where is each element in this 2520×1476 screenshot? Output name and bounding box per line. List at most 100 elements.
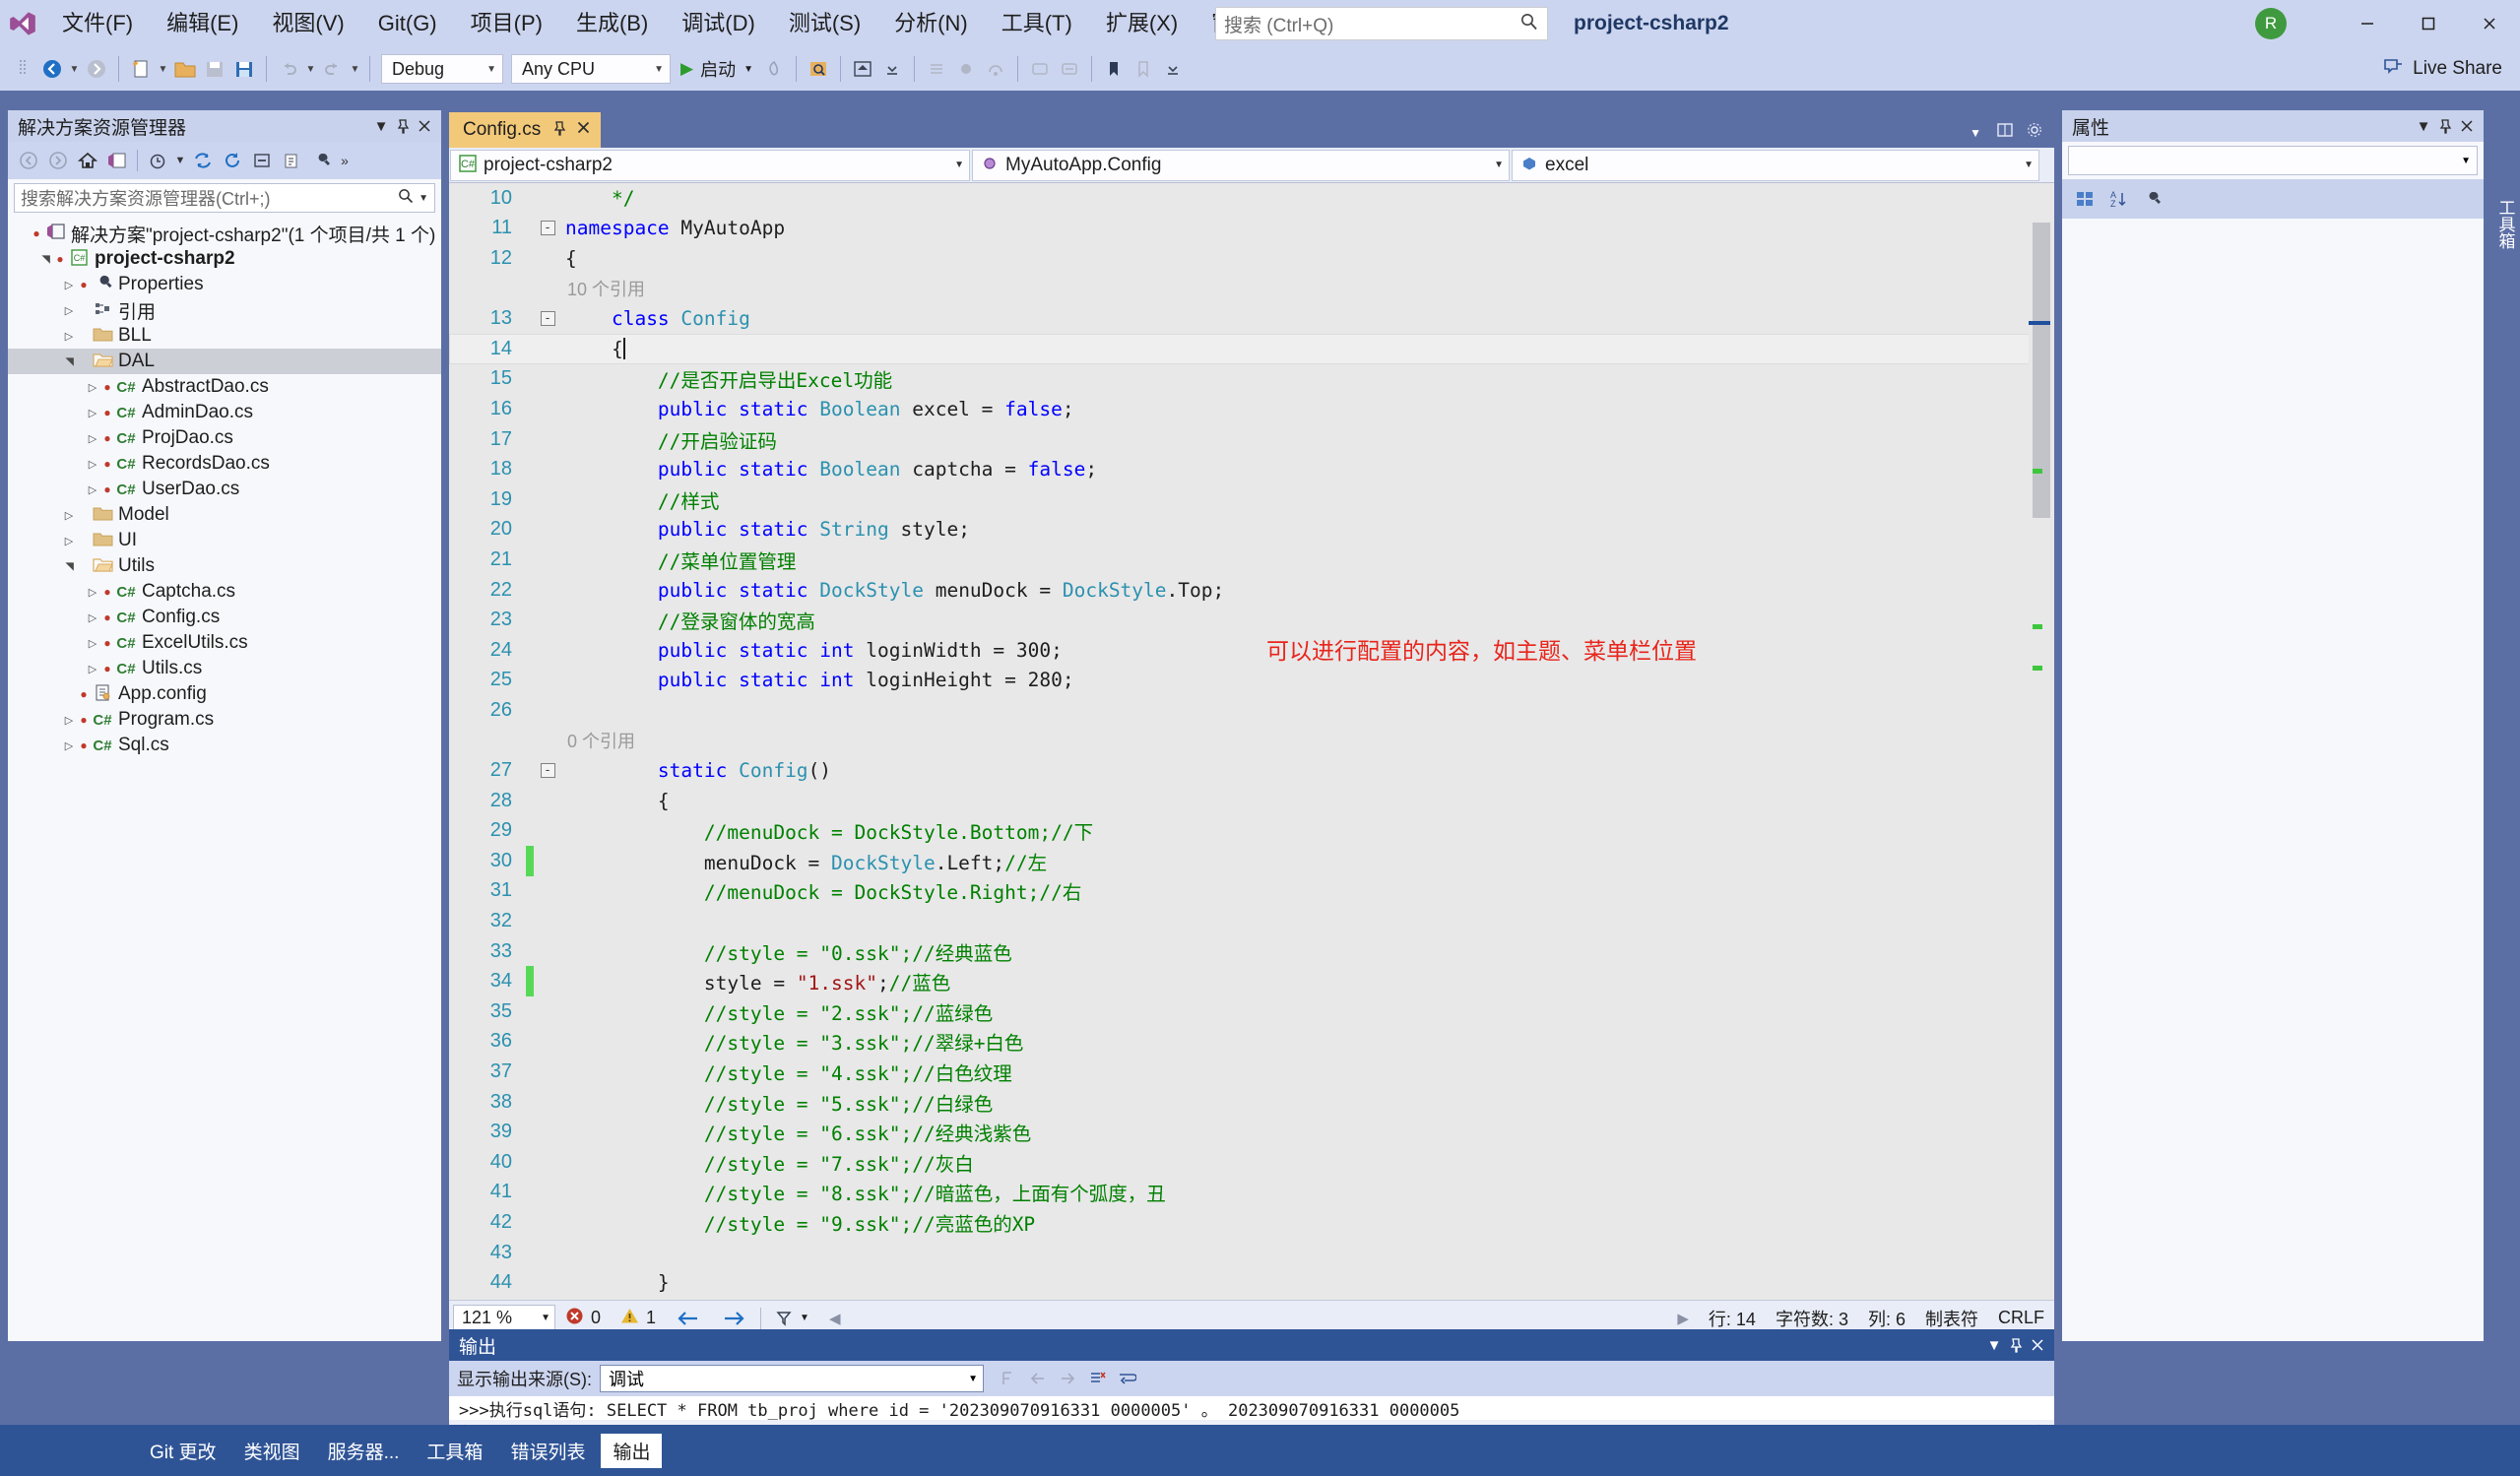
save-all-icon[interactable] (229, 54, 259, 84)
go-to-next-message-icon[interactable] (1053, 1365, 1082, 1392)
hot-reload-icon[interactable] (759, 54, 789, 84)
solution-configuration-combo[interactable]: Debug ▼ (381, 54, 503, 84)
menu-git[interactable]: Git(G) (361, 0, 454, 47)
expand-arrow-open-icon[interactable]: ◢ (63, 353, 76, 369)
output-source-combo[interactable]: 调试 ▼ (600, 1365, 984, 1392)
toggle-word-wrap-icon[interactable] (1112, 1365, 1141, 1392)
code-lines[interactable]: 10 */11-namespace MyAutoApp12{10 个引用13- … (449, 183, 2054, 1300)
start-debug-button[interactable]: ▶ 启动 ▼ (675, 56, 759, 82)
step-over-icon[interactable] (981, 54, 1010, 84)
code-line[interactable]: 32 (449, 906, 2054, 936)
split-view-icon[interactable] (1991, 122, 2019, 143)
pin-icon[interactable] (552, 120, 566, 140)
code-line[interactable]: 16 public static Boolean excel = false; (449, 394, 2054, 424)
tree-node[interactable]: ◢Utils (8, 553, 441, 579)
code-line[interactable]: 38 //style = "5.ssk";//白绿色 (449, 1087, 2054, 1118)
navigate-backward-dropdown-icon[interactable]: ▼ (67, 64, 82, 75)
pin-icon[interactable] (2434, 114, 2456, 138)
code-line[interactable]: 45 (449, 1298, 2054, 1300)
tree-node[interactable]: ▷●C#AdminDao.cs (8, 400, 441, 425)
code-line[interactable]: 35 //style = "2.ssk";//蓝绿色 (449, 996, 2054, 1027)
chevron-down-icon[interactable]: ▼ (172, 146, 188, 175)
tree-node[interactable]: ▷Model (8, 502, 441, 528)
tree-node[interactable]: ◢DAL (8, 349, 441, 374)
code-line[interactable]: 11-namespace MyAutoApp (449, 214, 2054, 244)
close-icon[interactable] (576, 120, 591, 140)
properties-window-icon[interactable] (306, 146, 336, 175)
search-options-chevron-icon[interactable]: ▼ (419, 193, 428, 204)
refresh-icon[interactable] (218, 146, 247, 175)
code-line[interactable]: 21 //菜单位置管理 (449, 545, 2054, 575)
uncomment-lines-icon[interactable] (1055, 54, 1084, 84)
expand-arrow-icon[interactable]: ▷ (85, 381, 100, 394)
tree-node[interactable]: ▷●C#Config.cs (8, 605, 441, 630)
expand-arrow-open-icon[interactable]: ◢ (39, 251, 52, 267)
previous-change-button[interactable] (666, 1310, 711, 1327)
toolbar-overflow-icon[interactable] (877, 54, 907, 84)
close-icon[interactable] (2027, 1333, 2048, 1357)
navigate-backward-icon[interactable] (37, 54, 67, 84)
code-line[interactable]: 18 public static Boolean captcha = false… (449, 454, 2054, 484)
zoom-level-combo[interactable]: 121 % ▼ (453, 1305, 555, 1332)
code-line[interactable]: 31 //menuDock = DockStyle.Right;//右 (449, 876, 2054, 907)
code-line[interactable]: 10 */ (449, 183, 2054, 214)
sync-icon[interactable] (188, 146, 218, 175)
bottom-tab[interactable]: 类视图 (232, 1434, 312, 1468)
code-line[interactable]: 28 { (449, 786, 2054, 816)
code-line[interactable]: 29 //menuDock = DockStyle.Bottom;//下 (449, 815, 2054, 846)
expand-arrow-open-icon[interactable]: ◢ (63, 558, 76, 574)
expand-arrow-icon[interactable]: ▷ (61, 509, 77, 522)
expand-arrow-icon[interactable]: ▷ (61, 535, 77, 547)
tab-list-chevron-icon[interactable]: ▼ (1960, 126, 1991, 140)
fold-toggle-icon[interactable]: - (534, 763, 561, 778)
warning-count[interactable]: 1 (611, 1307, 666, 1330)
menu-file[interactable]: 文件(F) (45, 0, 150, 47)
solution-view-icon[interactable] (102, 146, 132, 175)
code-line[interactable]: 24 public static int loginWidth = 300; (449, 635, 2054, 666)
horizontal-scroll-right[interactable]: ▶ (1667, 1310, 1699, 1327)
new-project-dropdown-icon[interactable]: ▼ (156, 64, 170, 75)
editor-settings-icon[interactable] (2019, 122, 2050, 143)
panel-dropdown-icon[interactable]: ▼ (2413, 114, 2434, 138)
panel-dropdown-icon[interactable]: ▼ (1983, 1333, 2005, 1357)
expand-arrow-icon[interactable]: ▷ (61, 279, 77, 291)
bottom-tab[interactable]: 输出 (601, 1434, 662, 1468)
toolbar-options-grip-icon[interactable] (8, 54, 37, 84)
tree-node[interactable]: ◢●C#project-csharp2 (8, 246, 441, 272)
horizontal-scroll-left[interactable]: ◀ (819, 1310, 851, 1327)
expand-arrow-icon[interactable]: ▷ (85, 483, 100, 496)
tree-node[interactable]: ▷引用 (8, 297, 441, 323)
menu-edit[interactable]: 编辑(E) (150, 0, 255, 47)
expand-arrow-icon[interactable]: ▷ (85, 637, 100, 650)
pin-icon[interactable] (2005, 1333, 2027, 1357)
bottom-tab[interactable]: 错误列表 (498, 1434, 597, 1468)
save-icon[interactable] (200, 54, 229, 84)
search-in-files-icon[interactable] (804, 54, 833, 84)
minimize-button[interactable] (2337, 0, 2398, 47)
expand-arrow-icon[interactable]: ▷ (85, 458, 100, 471)
tree-node[interactable]: ▷●C#Program.cs (8, 707, 441, 733)
maximize-button[interactable] (2398, 0, 2459, 47)
codelens-reference-count[interactable]: 10 个引用 (449, 274, 2054, 304)
menu-analyze[interactable]: 分析(N) (877, 0, 985, 47)
tree-node[interactable]: ▷●Properties (8, 272, 441, 297)
code-line[interactable]: 20 public static String style; (449, 515, 2054, 545)
fold-toggle-icon[interactable]: - (534, 311, 561, 326)
expand-arrow-icon[interactable]: ▷ (85, 611, 100, 624)
error-count[interactable]: 0 (555, 1307, 611, 1330)
menu-build[interactable]: 生成(B) (559, 0, 665, 47)
code-line[interactable]: 30 menuDock = DockStyle.Left;//左 (449, 846, 2054, 876)
expand-arrow-icon[interactable]: ▷ (61, 330, 77, 343)
code-line[interactable]: 33 //style = "0.ssk";//经典蓝色 (449, 936, 2054, 967)
menu-test[interactable]: 测试(S) (772, 0, 877, 47)
tab-config-cs[interactable]: Config.cs (449, 112, 601, 148)
code-line[interactable]: 23 //登录窗体的宽高 (449, 605, 2054, 635)
next-change-button[interactable] (711, 1310, 756, 1327)
comment-lines-icon[interactable] (1025, 54, 1055, 84)
code-line[interactable]: 41 //style = "8.ssk";//暗蓝色，上面有个弧度，丑 (449, 1178, 2054, 1208)
quick-launch-search[interactable]: 搜索 (Ctrl+Q) (1215, 7, 1548, 40)
home-icon[interactable] (73, 146, 102, 175)
expand-arrow-icon[interactable]: ▷ (85, 586, 100, 599)
navigate-forward-icon[interactable] (82, 54, 111, 84)
editor-vertical-scrollbar[interactable] (2029, 183, 2054, 1300)
